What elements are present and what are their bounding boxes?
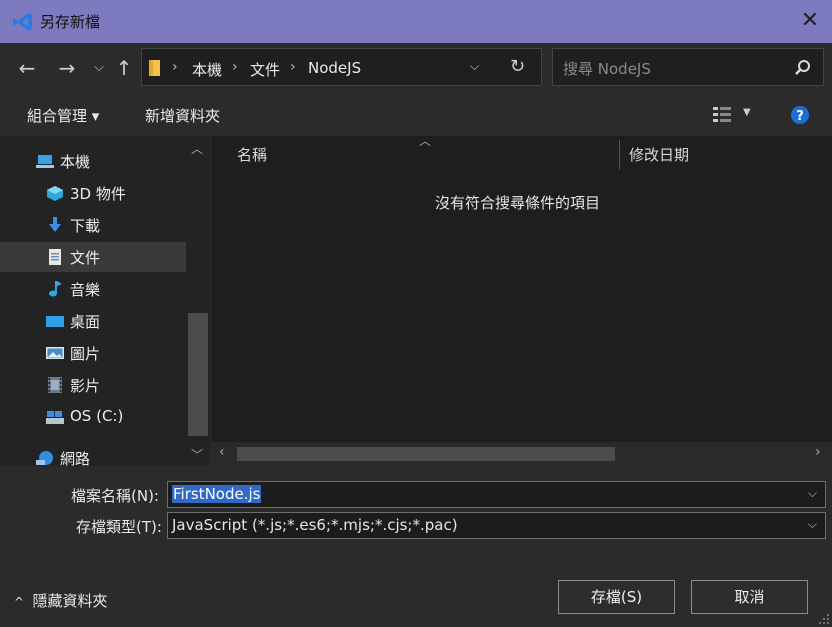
- column-header-name[interactable]: 名稱: [237, 144, 267, 165]
- scroll-left-icon[interactable]: ‹: [219, 444, 225, 460]
- nav-item-label: OS (C:): [70, 407, 124, 425]
- nav-scrollbar-thumb[interactable]: [188, 313, 208, 436]
- nav-item-3d-objects[interactable]: 3D 物件: [0, 178, 186, 208]
- nav-item-label: 本機: [60, 153, 91, 171]
- nav-item-computer[interactable]: 本機: [0, 146, 186, 176]
- column-separator[interactable]: [619, 140, 620, 170]
- scroll-down-icon[interactable]: ﹀: [191, 446, 203, 463]
- toolbar: 組合管理 ▾ 新增資料夾 ▼ ?: [0, 93, 832, 135]
- breadcrumb-documents[interactable]: 文件: [250, 59, 280, 80]
- address-row: ← → ⌵ ↑ › 本機 › 文件 › NodeJS ⌵ ↻ 搜尋 NodeJS: [0, 43, 832, 93]
- network-icon: [36, 451, 53, 465]
- window-title: 另存新檔: [40, 13, 101, 31]
- view-dropdown-icon[interactable]: ▼: [743, 107, 751, 118]
- filetype-label: 存檔類型(T):: [76, 518, 162, 536]
- vscode-logo-icon: [13, 13, 32, 31]
- organize-button[interactable]: 組合管理 ▾: [27, 105, 99, 126]
- column-header-date-modified[interactable]: 修改日期: [629, 144, 689, 165]
- file-list: ︿ 名稱 修改日期 沒有符合搜尋條件的項目 ‹ ›: [211, 134, 832, 466]
- download-icon: [49, 217, 61, 232]
- chevron-down-icon[interactable]: ⌵: [808, 486, 817, 501]
- empty-message: 沒有符合搜尋條件的項目: [435, 194, 601, 212]
- filetype-select[interactable]: JavaScript (*.js;*.es6;*.mjs;*.cjs;*.pac…: [167, 512, 826, 539]
- nav-item-music[interactable]: 音樂: [0, 274, 186, 304]
- nav-item-label: 影片: [70, 377, 101, 395]
- nav-item-label: 下載: [70, 217, 101, 235]
- scroll-up-icon[interactable]: ︿: [191, 140, 203, 157]
- save-button[interactable]: 存檔(S): [558, 580, 675, 614]
- hide-folders-toggle[interactable]: ^ 隱藏資料夾: [14, 590, 108, 611]
- scroll-right-icon[interactable]: ›: [815, 444, 821, 460]
- nav-item-label: 網路: [60, 450, 91, 466]
- desktop-icon: [46, 316, 64, 327]
- cube-icon: [47, 186, 63, 201]
- address-dropdown-icon[interactable]: ⌵: [470, 59, 479, 74]
- forward-button[interactable]: →: [54, 55, 80, 81]
- nav-item-downloads[interactable]: 下載: [0, 210, 186, 240]
- recent-locations-button[interactable]: ⌵: [86, 55, 112, 81]
- save-form: 檔案名稱(N): FirstNode.js ⌵ 存檔類型(T): JavaScr…: [0, 466, 832, 627]
- nav-item-videos[interactable]: 影片: [0, 370, 186, 400]
- video-icon: [48, 377, 62, 393]
- nav-item-os-drive[interactable]: OS (C:): [0, 402, 186, 432]
- chevron-up-icon: ^: [14, 595, 25, 609]
- close-button[interactable]: ✕: [797, 8, 823, 34]
- refresh-icon[interactable]: ↻: [510, 56, 525, 77]
- search-input[interactable]: 搜尋 NodeJS: [552, 48, 824, 86]
- computer-icon: [36, 155, 54, 168]
- nav-item-label: 文件: [70, 249, 101, 267]
- breadcrumb-separator: ›: [290, 59, 296, 75]
- back-button[interactable]: ←: [14, 55, 40, 81]
- search-placeholder: 搜尋 NodeJS: [563, 60, 651, 78]
- address-bar[interactable]: › 本機 › 文件 › NodeJS ⌵ ↻: [141, 48, 542, 86]
- filename-input[interactable]: FirstNode.js ⌵: [167, 481, 826, 508]
- nav-item-network[interactable]: 網路: [0, 443, 186, 466]
- horizontal-scrollbar-thumb[interactable]: [237, 447, 615, 461]
- nav-item-desktop[interactable]: 桌面: [0, 306, 186, 336]
- breadcrumb-separator: ›: [232, 59, 238, 75]
- filename-selected-text: FirstNode.js: [172, 485, 262, 503]
- nav-item-label: 圖片: [70, 345, 101, 363]
- view-options-icon[interactable]: [712, 106, 732, 124]
- filename-value: FirstNode.js: [172, 485, 262, 503]
- nav-item-label: 桌面: [70, 313, 101, 331]
- chevron-down-icon[interactable]: ⌵: [808, 517, 817, 532]
- drive-icon: [46, 411, 64, 424]
- breadcrumb-nodejs[interactable]: NodeJS: [308, 59, 361, 77]
- up-button[interactable]: ↑: [111, 55, 137, 81]
- nav-item-pictures[interactable]: 圖片: [0, 338, 186, 368]
- cancel-button[interactable]: 取消: [691, 580, 808, 614]
- document-icon: [49, 249, 61, 265]
- nav-item-label: 3D 物件: [70, 185, 126, 203]
- pictures-icon: [46, 347, 64, 359]
- help-icon[interactable]: ?: [790, 105, 810, 125]
- sort-ascending-icon: ︿: [419, 134, 432, 148]
- svg-text:?: ?: [796, 109, 804, 124]
- navigation-pane: 本機 3D 物件 下載 文件 音樂 桌面 圖片 影片 OS (C:) 網路 ︿ …: [0, 136, 210, 466]
- breadcrumb-separator: ›: [172, 59, 178, 75]
- breadcrumb-computer[interactable]: 本機: [192, 59, 222, 80]
- nav-item-documents[interactable]: 文件: [0, 242, 186, 272]
- resize-grip-icon[interactable]: [818, 613, 830, 625]
- filetype-value: JavaScript (*.js;*.es6;*.mjs;*.cjs;*.pac…: [172, 516, 458, 534]
- music-icon: [49, 281, 62, 297]
- title-bar: 另存新檔 ✕: [0, 0, 832, 43]
- new-folder-button[interactable]: 新增資料夾: [145, 105, 220, 126]
- filename-label: 檔案名稱(N):: [71, 487, 159, 505]
- search-icon[interactable]: [793, 58, 813, 78]
- hide-folders-label: 隱藏資料夾: [32, 592, 108, 610]
- folder-icon: [149, 60, 160, 76]
- nav-item-label: 音樂: [70, 281, 101, 299]
